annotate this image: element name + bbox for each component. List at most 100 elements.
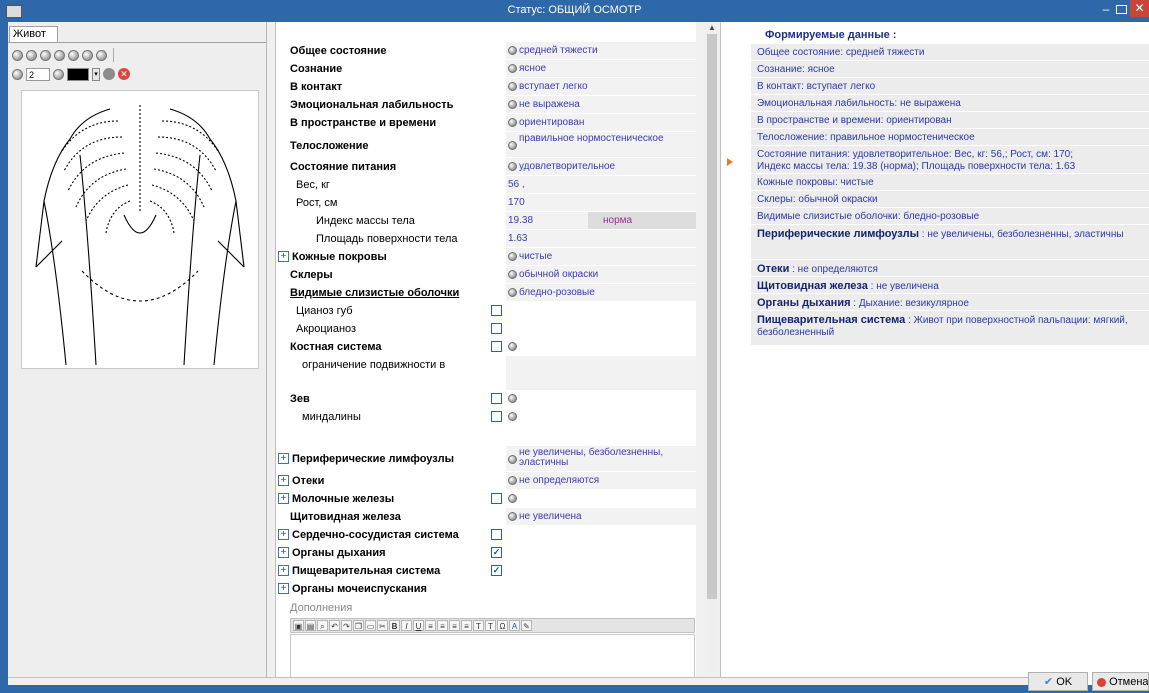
expand-icon[interactable]: + bbox=[278, 475, 289, 486]
expand-icon[interactable]: + bbox=[278, 493, 289, 504]
cancel-button[interactable]: Отмена bbox=[1092, 672, 1149, 691]
circle-tool-icon[interactable] bbox=[26, 49, 37, 61]
font-color-icon[interactable]: A bbox=[509, 620, 520, 631]
summary-item: Пищеварительная система : Живот при пове… bbox=[751, 311, 1149, 346]
search-icon[interactable]: ⌕ bbox=[317, 620, 328, 631]
circle-tool-icon[interactable] bbox=[40, 49, 51, 61]
clear-icon[interactable]: ✕ bbox=[118, 68, 130, 80]
summary-item: Периферические лимфоузлы : не увеличены,… bbox=[751, 225, 1149, 260]
torso-drawing-canvas[interactable] bbox=[21, 90, 259, 369]
expand-icon[interactable]: + bbox=[278, 529, 289, 540]
window-client: Живот 2 ▾ ✕ Общее состояние средней тяже… bbox=[8, 22, 1149, 685]
scroll-thumb[interactable] bbox=[707, 34, 717, 599]
expand-icon[interactable]: + bbox=[278, 547, 289, 558]
summary-item: Кожные покровы: чистые bbox=[751, 174, 1149, 191]
form-row: В контакт вступает легко bbox=[276, 78, 696, 96]
radio-icon[interactable] bbox=[508, 455, 517, 464]
circle-tool-icon[interactable] bbox=[68, 49, 79, 61]
mammary-checkbox[interactable] bbox=[491, 493, 502, 504]
radio-icon[interactable] bbox=[508, 100, 517, 109]
tab-abdomen[interactable]: Живот bbox=[9, 26, 58, 42]
radio-icon[interactable] bbox=[508, 141, 517, 150]
height-field[interactable]: 170 bbox=[506, 194, 696, 212]
form-row: Акроцианоз bbox=[276, 320, 696, 338]
expand-icon[interactable]: + bbox=[278, 453, 289, 464]
form-row: Площадь поверхности тела 1.63 bbox=[276, 230, 696, 248]
checkmark-icon: ✔ bbox=[1043, 676, 1054, 688]
align-right-icon[interactable]: ≡ bbox=[449, 620, 460, 631]
form-row: + Периферические лимфоузлы не увеличены,… bbox=[276, 446, 696, 472]
summary-item-text: : не увеличена bbox=[867, 281, 939, 292]
symbol-icon[interactable]: Ω bbox=[497, 620, 508, 631]
bmi-field: 19.38 bbox=[506, 212, 588, 230]
bone-system-checkbox[interactable] bbox=[491, 341, 502, 352]
ok-button[interactable]: ✔ OK bbox=[1028, 672, 1088, 691]
throat-checkbox[interactable] bbox=[491, 393, 502, 404]
form-row: Вес, кг 56 , bbox=[276, 176, 696, 194]
maximize-button[interactable] bbox=[1116, 5, 1127, 14]
expand-icon[interactable]: + bbox=[278, 583, 289, 594]
tonsils-checkbox[interactable] bbox=[491, 411, 502, 422]
pen-icon[interactable] bbox=[12, 49, 23, 61]
cut-icon[interactable]: ✂ bbox=[377, 620, 388, 631]
form-row: + Отеки не определяются bbox=[276, 472, 696, 490]
form-scrollbar[interactable]: ▲ ▼ bbox=[706, 22, 718, 685]
radio-icon[interactable] bbox=[508, 252, 517, 261]
radio-icon[interactable] bbox=[508, 288, 517, 297]
radio-icon[interactable] bbox=[508, 342, 517, 351]
circle-tool-icon[interactable] bbox=[82, 49, 93, 61]
align-center-icon[interactable]: ≡ bbox=[437, 620, 448, 631]
digestive-checkbox[interactable]: ✓ bbox=[491, 565, 502, 576]
expand-icon[interactable]: + bbox=[278, 251, 289, 262]
summary-item: Состояние питания: удовлетворительное: В… bbox=[751, 146, 1149, 174]
summary-item-text: Склеры: обычной окраски bbox=[757, 194, 878, 205]
underline-icon[interactable]: U bbox=[413, 620, 424, 631]
pen-size-stepper[interactable]: 2 bbox=[26, 67, 50, 81]
color-picker[interactable] bbox=[67, 67, 89, 81]
radio-icon[interactable] bbox=[508, 394, 517, 403]
form-row: Телосложение правильное нормостеническое bbox=[276, 132, 696, 158]
radio-icon[interactable] bbox=[508, 64, 517, 73]
radio-icon[interactable] bbox=[508, 494, 517, 503]
chevron-down-icon[interactable]: ▾ bbox=[92, 67, 100, 81]
align-left-icon[interactable]: ≡ bbox=[425, 620, 436, 631]
undo-icon[interactable] bbox=[103, 68, 115, 80]
radio-icon[interactable] bbox=[508, 476, 517, 485]
radio-icon[interactable] bbox=[508, 412, 517, 421]
redo-icon[interactable]: ↷ bbox=[341, 620, 352, 631]
italic-icon[interactable]: I bbox=[401, 620, 412, 631]
justify-icon[interactable]: ≡ bbox=[461, 620, 472, 631]
eraser-icon[interactable] bbox=[12, 68, 23, 80]
copy-icon[interactable]: ❐ bbox=[353, 620, 364, 631]
minimize-button[interactable]: – bbox=[1098, 3, 1114, 17]
window-title: Статус: ОБЩИЙ ОСМОТР bbox=[507, 4, 642, 16]
radio-icon[interactable] bbox=[508, 162, 517, 171]
highlight-icon[interactable]: ✎ bbox=[521, 620, 532, 631]
pencil-icon[interactable] bbox=[53, 68, 64, 80]
chevron-up-icon[interactable]: ▲ bbox=[706, 22, 718, 33]
respiratory-checkbox[interactable]: ✓ bbox=[491, 547, 502, 558]
undo-icon[interactable]: ↶ bbox=[329, 620, 340, 631]
bold-icon[interactable]: B bbox=[389, 620, 400, 631]
superscript-icon[interactable]: T bbox=[485, 620, 496, 631]
circle-tool-icon[interactable] bbox=[96, 49, 107, 61]
subscript-icon[interactable]: T bbox=[473, 620, 484, 631]
radio-icon[interactable] bbox=[508, 82, 517, 91]
acrocyanosis-checkbox[interactable] bbox=[491, 323, 502, 334]
weight-field[interactable]: 56 , bbox=[506, 176, 696, 194]
form-row: В пространстве и времени ориентирован bbox=[276, 114, 696, 132]
radio-icon[interactable] bbox=[508, 512, 517, 521]
summary-item-text: Телосложение: правильное нормостеническо… bbox=[757, 132, 975, 143]
save-icon[interactable]: ▤ bbox=[305, 620, 316, 631]
cardio-checkbox[interactable] bbox=[491, 529, 502, 540]
open-file-icon[interactable]: ▣ bbox=[293, 620, 304, 631]
expand-icon[interactable]: + bbox=[278, 565, 289, 576]
cyanosis-checkbox[interactable] bbox=[491, 305, 502, 316]
radio-icon[interactable] bbox=[508, 118, 517, 127]
close-button[interactable]: ✕ bbox=[1130, 0, 1149, 17]
paste-icon[interactable]: ▭ bbox=[365, 620, 376, 631]
radio-icon[interactable] bbox=[508, 270, 517, 279]
circle-tool-icon[interactable] bbox=[54, 49, 65, 61]
form-row: + Пищеварительная система ✓ bbox=[276, 562, 696, 580]
radio-icon[interactable] bbox=[508, 46, 517, 55]
